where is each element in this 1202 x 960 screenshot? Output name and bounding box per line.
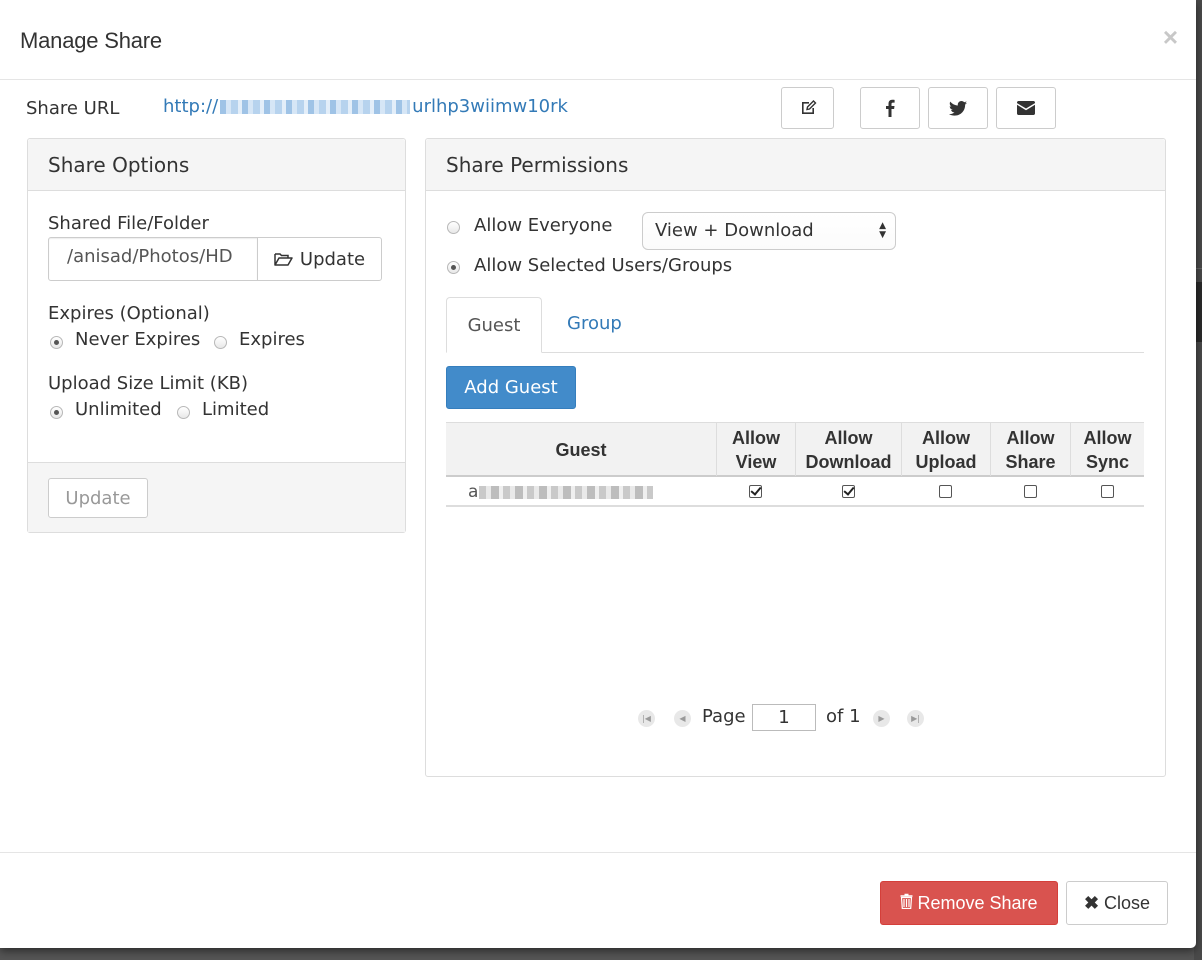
twitter-share-button[interactable] [928, 87, 988, 129]
col-guest-header[interactable]: Guest [446, 423, 716, 476]
share-permissions-panel: Share Permissions Allow Everyone View + … [425, 138, 1166, 777]
twitter-icon [949, 100, 967, 116]
col-allow-view-l1: Allow [732, 428, 780, 448]
allow-view-checkbox[interactable] [749, 484, 762, 498]
cell-share [990, 477, 1070, 505]
cell-upload [901, 477, 990, 505]
share-options-title: Share Options [48, 153, 190, 177]
close-label: Close [1104, 892, 1151, 913]
remove-share-label: Remove Share [917, 892, 1038, 913]
cell-sync [1070, 477, 1144, 505]
facebook-share-button[interactable] [860, 87, 920, 129]
allow-upload-checkbox[interactable] [939, 484, 952, 498]
next-page-icon[interactable]: ▶ [873, 710, 890, 727]
cell-download [795, 477, 901, 505]
allow-everyone-radio[interactable] [447, 221, 460, 234]
limited-label: Limited [202, 399, 270, 420]
grid-header: Guest Allow View Allow Download Allow Up… [446, 422, 1144, 477]
expires-label: Expires (Optional) [48, 303, 210, 324]
shared-file-label: Shared File/Folder [48, 213, 209, 234]
facebook-icon [885, 99, 895, 117]
guest-name: a [468, 482, 654, 502]
share-url-label: Share URL [26, 98, 120, 119]
tab-guest[interactable]: Guest [446, 297, 542, 353]
col-allow-share-l2: Share [1005, 452, 1056, 472]
add-guest-button[interactable]: Add Guest [446, 366, 576, 409]
redacted-host [220, 100, 411, 114]
allow-selected-label: Allow Selected Users/Groups [474, 255, 733, 276]
manage-share-modal: Manage Share × Share URL http:// urlhp3wi… [0, 0, 1196, 948]
col-allow-view-header[interactable]: Allow View [716, 423, 795, 476]
col-allow-download-l2: Download [805, 452, 892, 472]
times-icon: ✖ [1083, 892, 1100, 913]
expires-option-label: Expires [239, 329, 305, 350]
share-permissions-title: Share Permissions [446, 153, 629, 177]
col-allow-share-header[interactable]: Allow Share [990, 423, 1070, 476]
first-page-icon[interactable]: |◀ [638, 710, 655, 727]
allow-download-checkbox[interactable] [841, 484, 855, 498]
modal-footer: Remove Share ✖ Close [0, 852, 1196, 948]
allow-sync-checkbox[interactable] [1100, 484, 1114, 498]
limited-radio[interactable] [177, 406, 190, 419]
close-button[interactable]: ✖ Close [1066, 881, 1168, 925]
modal-header: Manage Share × [0, 0, 1196, 80]
shared-path-field[interactable]: /anisad/Photos/HD [48, 237, 258, 281]
col-allow-upload-l2: Upload [915, 452, 977, 472]
share-options-footer: Update [28, 462, 405, 532]
share-options-panel: Share Options Shared File/Folder /anisad… [27, 138, 406, 533]
share-url-link[interactable]: http:// urlhp3wiimw10rk [163, 96, 568, 117]
allow-selected-radio[interactable] [447, 261, 460, 274]
share-options-heading: Share Options [28, 139, 405, 191]
col-allow-sync-l1: Allow [1083, 428, 1132, 448]
cell-view [716, 477, 795, 505]
prev-page-icon[interactable]: ◀ [674, 710, 691, 727]
page-number-input[interactable]: 1 [752, 704, 816, 731]
col-allow-download-header[interactable]: Allow Download [795, 423, 901, 476]
close-icon[interactable]: × [1163, 24, 1178, 50]
table-row[interactable]: a [446, 477, 1144, 507]
options-update-button[interactable]: Update [48, 478, 148, 518]
col-allow-upload-header[interactable]: Allow Upload [901, 423, 990, 476]
remove-share-button[interactable]: Remove Share [880, 881, 1058, 925]
trash-icon [900, 893, 913, 914]
upload-limit-label: Upload Size Limit (KB) [48, 373, 249, 394]
allow-everyone-label: Allow Everyone [474, 215, 613, 236]
permission-select-value: View + Download [655, 220, 814, 241]
permission-select[interactable]: View + Download ▲ ▼ [642, 212, 896, 250]
share-permissions-heading: Share Permissions [426, 139, 1165, 191]
col-allow-sync-header[interactable]: Allow Sync [1070, 423, 1144, 476]
update-path-label: Update [299, 248, 366, 270]
unlimited-radio[interactable] [50, 406, 63, 419]
edit-url-button[interactable] [781, 87, 834, 129]
folder-open-icon [274, 252, 293, 267]
never-expires-label: Never Expires [75, 329, 201, 350]
tab-bar-line [446, 352, 1144, 353]
redacted-guest-email [479, 485, 654, 499]
edit-icon [799, 99, 817, 117]
allow-share-checkbox[interactable] [1023, 484, 1037, 498]
unlimited-label: Unlimited [75, 399, 162, 420]
email-share-button[interactable] [996, 87, 1056, 129]
col-allow-download-l1: Allow [824, 428, 873, 448]
share-url-prefix: http:// [163, 96, 219, 117]
col-allow-share-l1: Allow [1006, 428, 1055, 448]
envelope-icon [1017, 101, 1035, 115]
select-arrows-icon: ▲ ▼ [879, 221, 886, 240]
last-page-icon[interactable]: ▶| [907, 710, 924, 727]
modal-title: Manage Share [20, 28, 162, 53]
share-url-suffix: urlhp3wiimw10rk [412, 96, 568, 117]
page-label: Page [702, 706, 746, 727]
page-total-label: of 1 [826, 706, 861, 727]
expires-radio[interactable] [214, 336, 227, 349]
tab-group[interactable]: Group [567, 313, 622, 334]
col-allow-upload-l1: Allow [922, 428, 970, 448]
guest-initial: a [468, 482, 479, 502]
update-path-button[interactable]: Update [257, 237, 382, 281]
col-allow-view-l2: View [735, 452, 777, 472]
col-allow-sync-l2: Sync [1085, 452, 1130, 472]
never-expires-radio[interactable] [50, 336, 63, 349]
